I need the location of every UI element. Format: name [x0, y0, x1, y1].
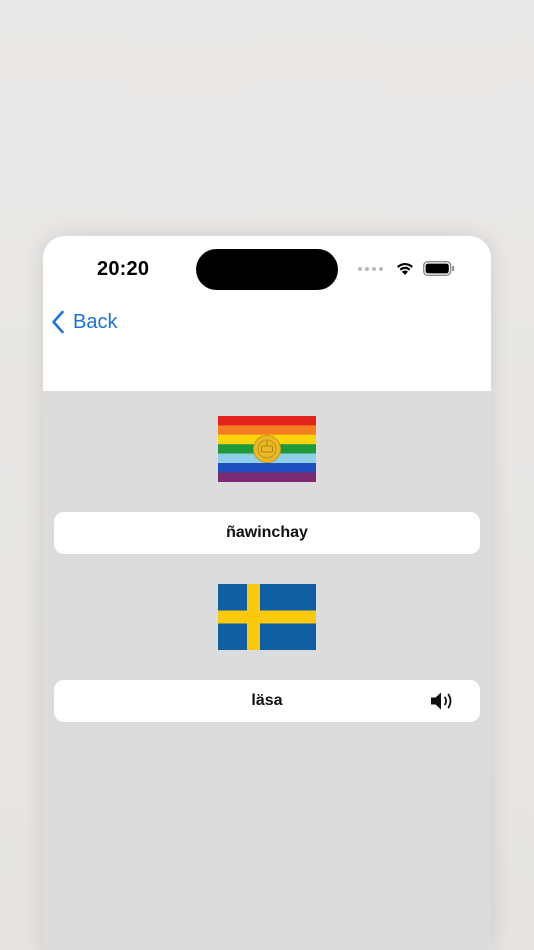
status-icons	[358, 261, 455, 276]
back-button[interactable]: Back	[51, 310, 117, 334]
source-word-card[interactable]: ñawinchay	[54, 512, 480, 554]
dynamic-island	[196, 249, 338, 290]
source-word: ñawinchay	[226, 524, 308, 541]
wiphala-flag-icon	[218, 416, 316, 482]
phone-screen: 20:20 Back ñawinchay läsa	[43, 236, 491, 950]
signal-dots-icon	[358, 266, 383, 271]
sweden-flag-icon	[218, 584, 316, 650]
battery-icon	[423, 261, 455, 276]
speaker-icon[interactable]	[430, 691, 456, 711]
translation-content: ñawinchay läsa	[43, 391, 491, 950]
status-bar: 20:20	[43, 236, 491, 302]
back-button-label: Back	[73, 310, 118, 333]
wifi-icon	[397, 262, 413, 275]
navigation-bar: Back	[43, 302, 491, 391]
target-word-card[interactable]: läsa	[54, 680, 480, 722]
status-time: 20:20	[97, 258, 150, 280]
target-word: läsa	[251, 692, 283, 709]
chevron-left-icon	[52, 310, 64, 334]
